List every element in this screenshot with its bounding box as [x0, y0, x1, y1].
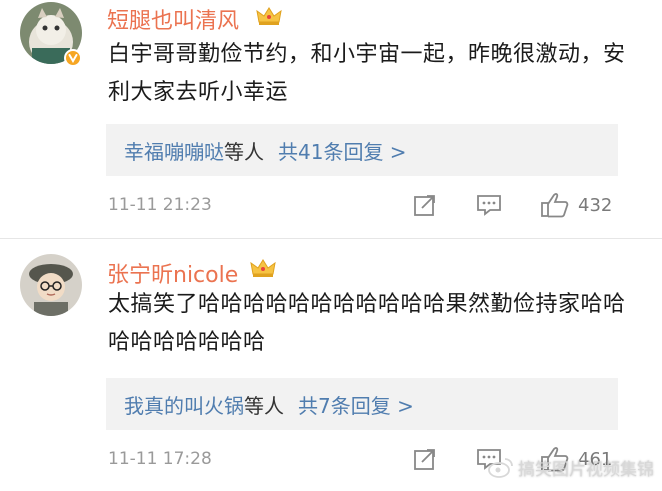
username[interactable]: 短腿也叫清风 — [107, 3, 239, 35]
comment-text: 太搞笑了哈哈哈哈哈哈哈哈哈哈哈果然勤俭持家哈哈哈哈哈哈哈哈哈 — [108, 292, 626, 355]
like-count: 432 — [578, 195, 613, 216]
divider — [0, 238, 662, 239]
verified-badge-icon — [64, 49, 82, 67]
avatar[interactable] — [20, 254, 82, 316]
reply-summary[interactable]: 我真的叫火锅等人 共7条回复 > — [124, 390, 414, 419]
reply-suffix: 等人 — [244, 394, 284, 418]
reply-suffix: 等人 — [224, 140, 264, 164]
share-icon[interactable] — [413, 193, 437, 217]
comment-text: 白宇哥哥勤俭节约，和小宇宙一起，昨晚很激动，安利大家去听小幸运 — [108, 42, 626, 105]
comment-item: 张宁昕nicole 太搞笑了哈哈哈哈哈哈哈哈哈哈哈果然勤俭持家哈哈哈哈哈哈哈哈哈… — [0, 240, 662, 491]
reply-count-link[interactable]: 共7条回复 > — [298, 394, 414, 418]
reply-count-link[interactable]: 共41条回复 > — [278, 140, 407, 164]
timestamp: 11-11 21:23 — [108, 195, 212, 215]
timestamp: 11-11 17:28 — [108, 449, 212, 469]
reply-users-link[interactable]: 我真的叫火锅 — [124, 394, 244, 418]
crown-icon — [250, 259, 276, 277]
thumbs-up-icon[interactable] — [540, 191, 570, 219]
reply-summary[interactable]: 幸福嘣嘣哒等人 共41条回复 > — [124, 136, 407, 165]
username[interactable]: 张宁昕nicole — [107, 257, 238, 289]
watermark-text: 搞笑图片视频集锦 — [518, 460, 654, 480]
comment-icon[interactable] — [476, 193, 502, 217]
weibo-logo-icon — [488, 458, 513, 478]
share-icon[interactable] — [413, 447, 437, 471]
replies-box[interactable]: 我真的叫火锅等人 共7条回复 > — [106, 378, 618, 430]
replies-box[interactable]: 幸福嘣嘣哒等人 共41条回复 > — [106, 124, 618, 176]
crown-icon — [256, 7, 282, 25]
reply-users-link[interactable]: 幸福嘣嘣哒 — [124, 140, 224, 164]
comment-item: 短腿也叫清风 白宇哥哥勤俭节约，和小宇宙一起，昨晚很激动，安利大家去听小幸运 幸… — [0, 0, 662, 238]
comment-footer: 11-11 21:23 432 — [0, 191, 662, 221]
